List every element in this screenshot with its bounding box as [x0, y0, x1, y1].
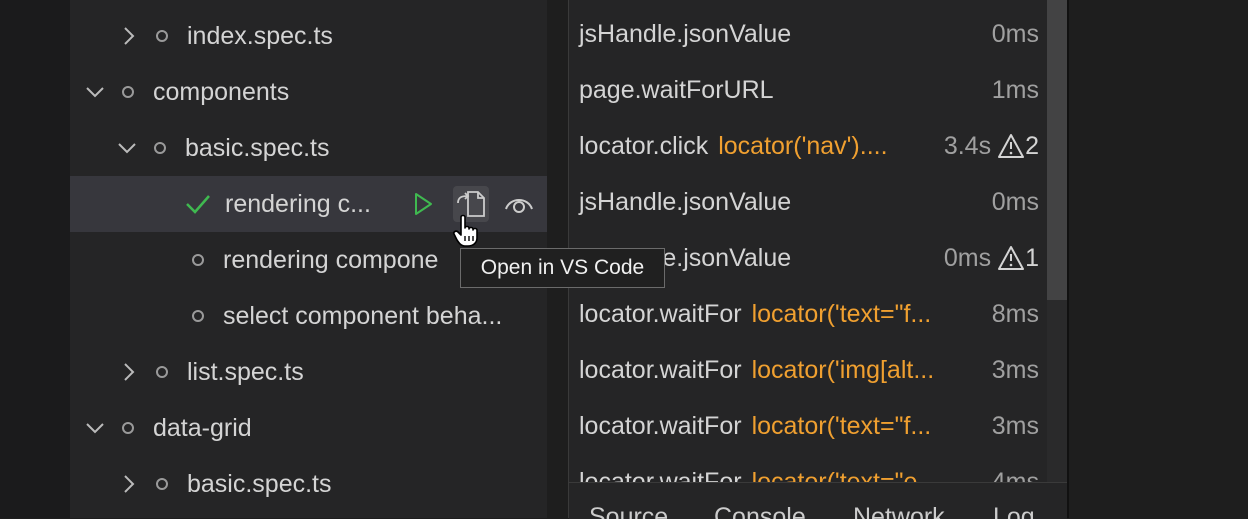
tooltip: Open in VS Code: [460, 248, 665, 288]
action-duration: 0ms: [991, 19, 1039, 48]
tree-row[interactable]: basic.spec.ts: [70, 456, 547, 512]
status-not-run-icon: [154, 142, 166, 154]
action-locator: locator('text="f...: [751, 411, 932, 440]
chevron-right-icon[interactable]: [118, 473, 140, 495]
action-name: locator.waitFor: [579, 467, 742, 483]
tab-log[interactable]: Log: [993, 503, 1035, 519]
tree-row[interactable]: list.spec.ts: [70, 344, 547, 400]
action-row[interactable]: jsHandle.jsonValue 0ms: [569, 6, 1047, 62]
action-row[interactable]: locator.waitFor locator('img[alt... 3ms: [569, 342, 1047, 398]
warning-count: 2: [1025, 131, 1039, 160]
tree-row[interactable]: data-grid: [70, 400, 547, 456]
action-duration: 1ms: [991, 75, 1039, 104]
chevron-right-icon[interactable]: [118, 25, 140, 47]
status-not-run-icon: [192, 254, 204, 266]
chevron-right-icon[interactable]: [118, 361, 140, 383]
warning-icon: [998, 134, 1025, 158]
action-row[interactable]: locator.waitFor locator('text="e... 4ms: [569, 454, 1047, 483]
action-name: locator.click: [579, 131, 709, 160]
eye-icon: [505, 199, 533, 213]
tree-row[interactable]: components: [70, 64, 547, 120]
tree-row[interactable]: basic.spec.ts: [70, 120, 547, 176]
action-row[interactable]: locator.waitFor locator('text="f... 3ms: [569, 398, 1047, 454]
action-duration: 8ms: [991, 299, 1039, 328]
action-name: page.waitForURL: [579, 75, 774, 104]
status-not-run-icon: [156, 30, 168, 42]
status-not-run-icon: [122, 422, 134, 434]
action-duration: 4ms: [991, 467, 1039, 483]
action-row[interactable]: jsHandle.jsonValue 0ms: [569, 174, 1047, 230]
tab-source[interactable]: Source: [589, 503, 668, 519]
action-name: locator.waitFor: [579, 411, 742, 440]
warning-badge: 2: [997, 132, 1039, 161]
actions-list: jsHandle.jsonValue 0ms page.waitForURL 1…: [569, 0, 1047, 482]
tree-row-label: list.spec.ts: [187, 357, 304, 386]
status-not-run-icon: [156, 478, 168, 490]
action-duration: 0ms: [991, 187, 1039, 216]
tab-console[interactable]: Console: [714, 503, 806, 519]
tree-row-label: data-grid: [153, 413, 252, 442]
action-duration: 3ms: [991, 355, 1039, 384]
play-icon: [415, 193, 432, 215]
action-row[interactable]: page.waitForURL 1ms: [569, 62, 1047, 118]
action-locator: locator('img[alt...: [751, 355, 935, 384]
action-locator: locator('text="f...: [751, 299, 932, 328]
chevron-down-icon[interactable]: [84, 417, 106, 439]
status-not-run-icon: [122, 86, 134, 98]
action-locator: locator('text="e...: [751, 467, 939, 483]
run-test-button[interactable]: [405, 186, 441, 222]
tree-row-label: basic.spec.ts: [185, 133, 330, 162]
tree-row[interactable]: select component beha...: [70, 288, 547, 344]
tree-row-label: basic.spec.ts: [187, 469, 332, 498]
actions-scrollbar-thumb[interactable]: [1047, 0, 1067, 300]
hand-pointer-icon: [452, 214, 484, 253]
chevron-down-icon[interactable]: [116, 137, 138, 159]
action-name: jsHandle.jsonValue: [579, 187, 792, 216]
check-icon: [185, 193, 211, 215]
status-not-run-icon: [156, 366, 168, 378]
action-name: jsHandle.jsonValue: [579, 19, 792, 48]
left-gutter: [0, 0, 70, 518]
status-not-run-icon: [192, 310, 204, 322]
tree-row[interactable]: index.spec.ts: [70, 8, 547, 64]
tree-row-label: index.spec.ts: [187, 21, 333, 50]
action-duration: 3ms: [991, 411, 1039, 440]
tooltip-text: Open in VS Code: [480, 256, 645, 279]
tab-network[interactable]: Network: [853, 503, 945, 519]
action-locator: locator('nav')....: [718, 131, 888, 160]
warning-count: 1: [1025, 243, 1039, 272]
tree-row-label: rendering c...: [225, 189, 371, 218]
tree-row-label: rendering compone: [223, 245, 439, 274]
warning-icon: [998, 246, 1025, 270]
action-name: locator.waitFor: [579, 299, 742, 328]
bottom-tab-bar: Source Console Network Log: [569, 482, 1067, 519]
action-duration: 3.4s: [943, 131, 992, 160]
action-name: locator.waitFor: [579, 355, 742, 384]
tree-row-label: components: [153, 77, 290, 106]
right-gutter: [1067, 0, 1248, 518]
watch-button[interactable]: [501, 186, 537, 222]
tree-row-label: select component beha...: [223, 301, 503, 330]
action-row[interactable]: locator.waitFor locator('text="f... 8ms: [569, 286, 1047, 342]
action-duration: 0ms: [943, 243, 992, 272]
warning-badge: 1: [997, 244, 1039, 273]
chevron-down-icon[interactable]: [84, 81, 106, 103]
action-row[interactable]: locator.click locator('nav').... 3.4s 2: [569, 118, 1047, 174]
